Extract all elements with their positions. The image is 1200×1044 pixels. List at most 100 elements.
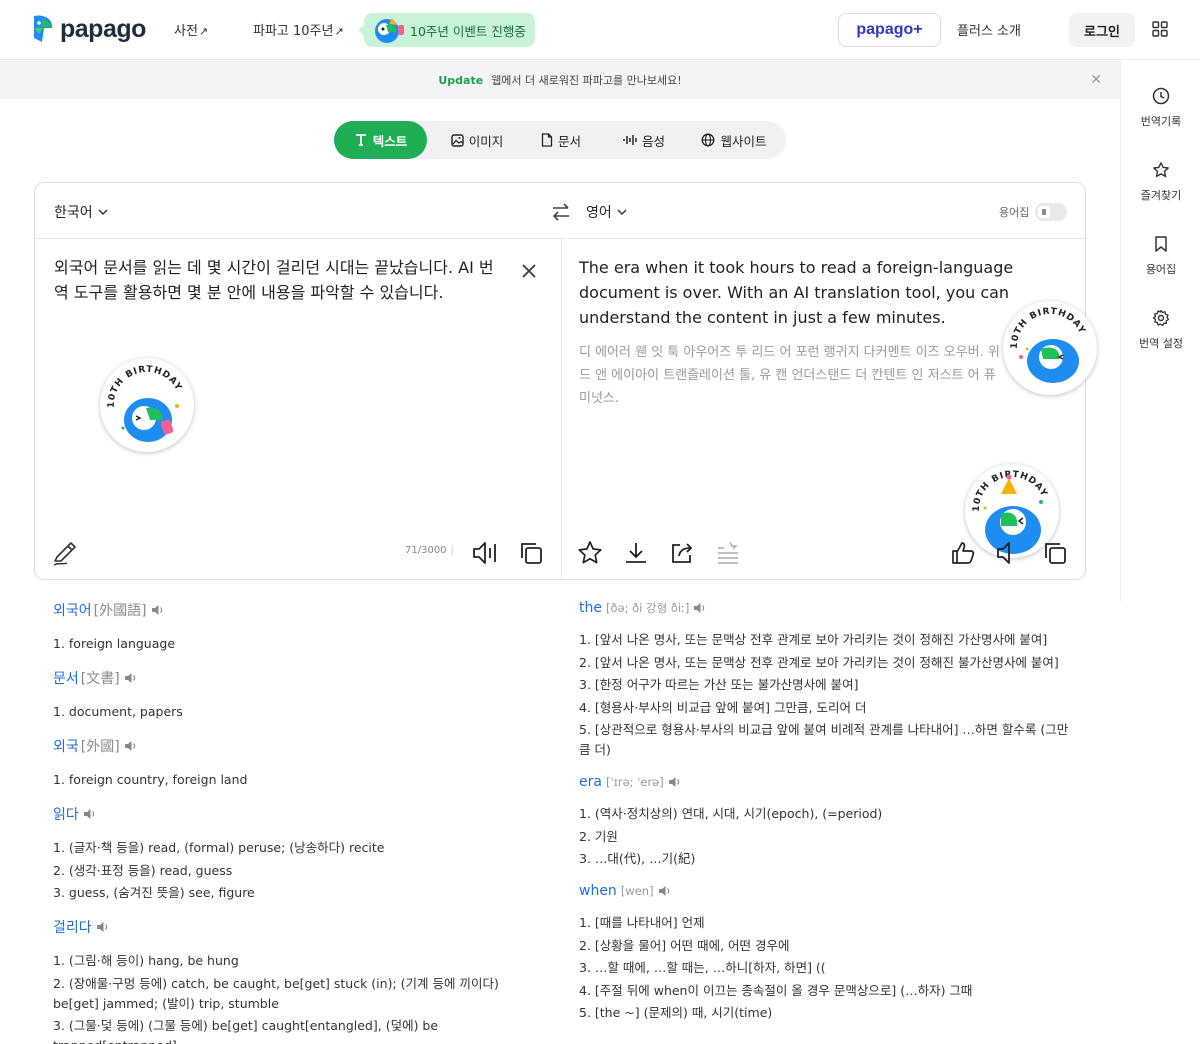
dictionary-entry: 외국 [外國] 1. foreign country, foreign land <box>53 736 543 790</box>
tab-voice[interactable]: 음성 <box>609 121 679 159</box>
dictionary-entry: when [wen] 1. [때를 나타내어] 언제 2. [상황을 물어] 어떤… <box>579 883 1069 1023</box>
text-style-icon[interactable] <box>714 539 742 567</box>
plus-intro-link[interactable]: 플러스 소개 <box>957 20 1021 39</box>
tab-document[interactable]: 문서 <box>527 121 595 159</box>
star-icon <box>1153 162 1169 178</box>
dictionary-sense: 1. foreign language <box>53 636 176 651</box>
dictionary-sense: 2. [상황을 물어] 어떤 때에, 어떤 경우에 <box>579 937 790 953</box>
speaker-icon[interactable] <box>471 539 499 567</box>
copy-icon[interactable] <box>517 539 545 567</box>
thumbs-up-icon[interactable] <box>949 539 977 567</box>
headword-text: when <box>579 883 617 899</box>
papago-logo[interactable]: papago <box>30 14 146 44</box>
headword-hanja: [外國] <box>80 739 120 755</box>
source-text-input[interactable]: 외국어 문서를 읽는 데 몇 시간이 걸리던 시대는 끝났습니다. AI 번역 … <box>54 255 504 305</box>
apps-grid-icon[interactable] <box>1152 21 1168 37</box>
dictionary-sense: 5. [상관적으로 형용사·부사의 비교급 앞에 붙여 비례적 관계를 나타내어… <box>579 722 1069 757</box>
copy-icon[interactable] <box>1041 539 1069 567</box>
rail-item-glossary-label: 용어집 <box>1145 263 1177 276</box>
event-banner-pill[interactable]: 10주년 이벤트 진행중 <box>358 13 535 47</box>
login-button[interactable]: 로그인 <box>1069 13 1135 47</box>
dictionary-sense: 2. (생각·표정 등을) read, guess <box>53 862 233 878</box>
dictionary-headword[interactable]: when [wen] <box>579 883 1069 899</box>
dictionary-headword[interactable]: era [ˈɪrə; ˈerə] <box>579 774 1069 790</box>
headword-phonetic: [ˈɪrə; ˈerə] <box>605 775 664 789</box>
dictionary-entry: 걸리다 1. (그림·해 등이) hang, be hung 2. (장애물·구… <box>53 917 543 1044</box>
dictionary-sense: 1. foreign country, foreign land <box>53 772 248 787</box>
download-icon[interactable] <box>622 539 650 567</box>
star-icon[interactable] <box>576 539 604 567</box>
dictionary-headword[interactable]: 걸리다 <box>53 917 543 937</box>
counter-separator: | <box>450 545 454 556</box>
dictionary-headword[interactable]: the [ðə; ði 강형 ðiː] <box>579 600 1069 616</box>
dictionary-sense: 2. 기원 <box>579 828 618 844</box>
papago-logo-text: papago <box>60 14 146 43</box>
rail-item-settings-label: 번역 설정 <box>1139 337 1183 350</box>
tab-text[interactable]: 텍스트 <box>334 121 427 159</box>
pill-tail <box>358 24 365 36</box>
dictionary-sense: 3. guess, (숨겨진 뜻을) see, figure <box>53 885 255 900</box>
dictionary-sense: 2. (장애물·구멍 등에) catch, be caught, be[get]… <box>53 975 499 1011</box>
swap-languages-icon[interactable] <box>550 201 572 223</box>
dictionary-entry: 외국어 [外國語] 1. foreign language <box>53 600 543 654</box>
tab-website[interactable]: 웹사이트 <box>691 121 777 159</box>
chevron-down-icon <box>98 209 108 215</box>
language-bar: 한국어 영어 용어집 <box>35 183 1085 239</box>
close-icon[interactable]: ✕ <box>1090 72 1102 88</box>
birthday-bird-icon: 10TH BIRTHDAY <box>107 365 182 442</box>
tab-document-label: 문서 <box>557 133 581 149</box>
nav-dictionary-link[interactable]: 사전↗ <box>174 20 208 39</box>
dictionary-source-panel: 외국어 [外國語] 1. foreign language 문서 [文書] 1. d… <box>53 600 543 1044</box>
speaker-icon[interactable] <box>693 602 706 614</box>
dictionary-sense: 1. (글자·책 등을) read, (formal) peruse; (낭송하… <box>53 840 385 855</box>
rail-item-favorites-label: 즐겨찾기 <box>1140 189 1182 202</box>
nav-10th-anniversary-link[interactable]: 파파고 10주년↗ <box>253 20 344 39</box>
speaker-icon[interactable] <box>124 740 137 752</box>
dictionary-headword[interactable]: 읽다 <box>53 804 543 824</box>
papago-bird-logo-icon <box>34 15 52 42</box>
rail-item-glossary[interactable]: 용어집 <box>1121 235 1200 277</box>
dictionary-entry: 읽다 1. (글자·책 등을) read, (formal) peruse; (… <box>53 804 543 903</box>
close-icon[interactable] <box>521 263 537 279</box>
rail-item-favorites[interactable]: 즐겨찾기 <box>1121 161 1200 203</box>
tab-image[interactable]: 이미지 <box>437 121 517 159</box>
text-icon <box>355 134 366 146</box>
dictionary-headword[interactable]: 문서 [文書] <box>53 668 543 688</box>
speaker-icon[interactable] <box>96 921 109 933</box>
rail-item-settings[interactable]: 번역 설정 <box>1121 309 1200 351</box>
source-language-label: 한국어 <box>54 205 93 221</box>
pronunciation-text: 디 에어러 웬 잇 툭 아우어즈 투 리드 어 포런 랭귀지 다커멘트 이즈 오… <box>579 345 1000 406</box>
dictionary-target-panel: the [ðə; ði 강형 ðiː] 1. [앞서 나온 명사, 또는 문맥상 … <box>579 600 1069 1037</box>
source-language-select[interactable]: 한국어 <box>54 202 109 222</box>
headword-text: era <box>579 774 602 790</box>
handwriting-icon[interactable] <box>51 539 79 567</box>
tab-website-label: 웹사이트 <box>720 133 767 149</box>
share-icon[interactable] <box>668 539 696 567</box>
speaker-icon[interactable] <box>151 604 164 616</box>
headword-text: 외국어 <box>53 603 92 619</box>
papago-plus-button[interactable]: papago+ <box>838 13 941 47</box>
document-icon <box>541 133 553 147</box>
dictionary-sense: 1. (역사·정치상의) 연대, 시대, 시기(epoch), (=period… <box>579 806 883 821</box>
speaker-icon[interactable] <box>658 885 671 897</box>
target-language-select[interactable]: 영어 <box>586 202 628 222</box>
translation-output: The era when it took hours to read a for… <box>579 258 1014 327</box>
tab-voice-label: 음성 <box>641 133 665 149</box>
speaker-icon[interactable] <box>995 539 1023 567</box>
speaker-icon[interactable] <box>83 808 96 820</box>
dictionary-sense: 3. …대(代), …기(紀) <box>579 851 696 866</box>
top-header: papago 사전↗ 파파고 10주년↗ 10주년 이벤트 진행중 papago… <box>0 0 1200 60</box>
glossary-toggle[interactable] <box>1035 203 1068 221</box>
dictionary-headword[interactable]: 외국 [外國] <box>53 736 543 756</box>
dictionary-headword[interactable]: 외국어 [外國語] <box>53 600 543 620</box>
dictionary-sense: 3. [한정 어구가 따르는 가산 또는 불가산명사에 붙여] <box>579 677 859 692</box>
glossary-toggle-group: 용어집 <box>999 203 1068 221</box>
speaker-icon[interactable] <box>668 776 681 788</box>
birthday-bird-icon: 10TH BIRTHDAY <box>1010 307 1086 383</box>
character-counter-value: 71/3000 <box>405 545 447 556</box>
nav-dictionary-label: 사전 <box>174 24 198 39</box>
rail-item-history[interactable]: 번역기록 <box>1121 87 1200 129</box>
tab-text-label: 텍스트 <box>372 133 408 149</box>
speaker-icon[interactable] <box>124 672 137 684</box>
bookmark-icon <box>1155 236 1167 252</box>
